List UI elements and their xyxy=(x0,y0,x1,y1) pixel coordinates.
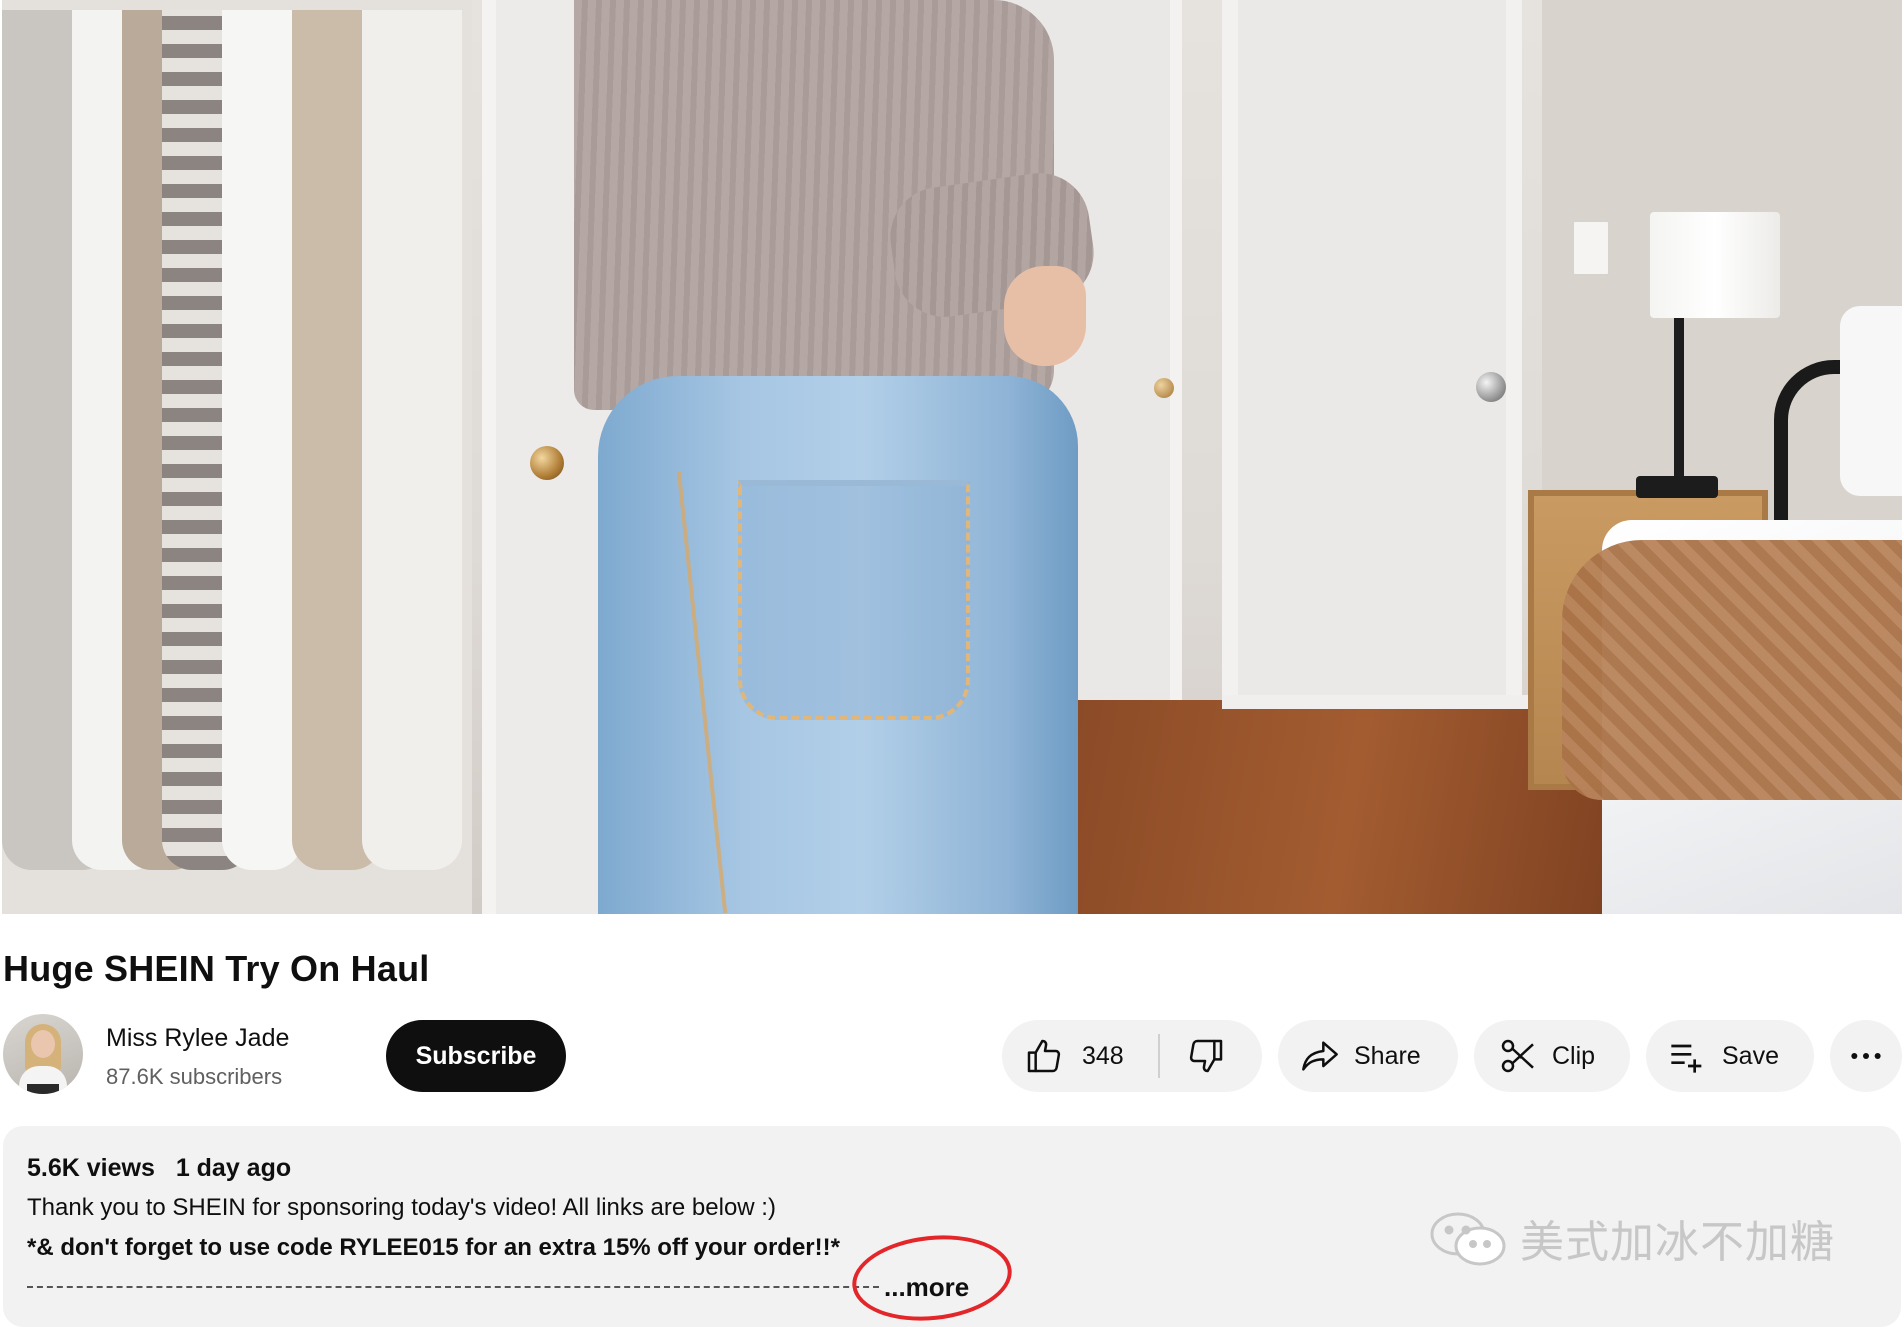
like-count: 348 xyxy=(1082,1041,1124,1070)
video-door-knob xyxy=(1476,372,1506,402)
avatar-pants xyxy=(27,1084,59,1094)
share-arrow-icon xyxy=(1300,1036,1340,1076)
channel-name[interactable]: Miss Rylee Jade xyxy=(106,1024,289,1053)
subscriber-count: 87.6K subscribers xyxy=(106,1064,283,1089)
description-line: Thank you to SHEIN for sponsoring today'… xyxy=(27,1194,776,1221)
more-actions-button[interactable] xyxy=(1830,1020,1902,1092)
subscribe-button[interactable]: Subscribe xyxy=(386,1020,566,1092)
video-metadata: 5.6K views 1 day ago xyxy=(27,1154,291,1183)
video-garment xyxy=(362,10,462,870)
thumbs-up-icon xyxy=(1024,1036,1064,1076)
channel-avatar[interactable] xyxy=(3,1014,83,1094)
watermark: 美式加冰不加糖 xyxy=(1428,1206,1835,1270)
wechat-icon xyxy=(1428,1208,1510,1268)
upload-date: 1 day ago xyxy=(175,1154,292,1182)
description-line: *& don't forget to use code RYLEE015 for… xyxy=(27,1234,840,1261)
description-divider xyxy=(27,1286,879,1288)
video-door-knob xyxy=(530,446,564,480)
save-label: Save xyxy=(1722,1041,1779,1070)
video-lamp-stem xyxy=(1674,318,1684,478)
video-player[interactable] xyxy=(2,0,1902,914)
share-label: Share xyxy=(1354,1041,1421,1070)
avatar-face xyxy=(31,1030,55,1058)
video-title: Huge SHEIN Try On Haul xyxy=(3,948,430,989)
video-door-right xyxy=(1222,0,1522,730)
video-door-knob xyxy=(1154,378,1174,398)
video-pillow xyxy=(1840,306,1902,496)
like-button[interactable]: 348 xyxy=(1002,1020,1158,1092)
video-blanket xyxy=(1562,540,1902,800)
dislike-button[interactable] xyxy=(1160,1020,1226,1092)
watermark-text: 美式加冰不加糖 xyxy=(1520,1218,1835,1267)
playlist-add-icon xyxy=(1668,1036,1708,1076)
video-lamp-base xyxy=(1636,476,1718,498)
video-clothes-rack xyxy=(2,0,472,914)
save-button[interactable]: Save xyxy=(1646,1020,1814,1092)
clip-button[interactable]: Clip xyxy=(1474,1020,1630,1092)
video-garment xyxy=(222,10,302,870)
video-jeans-pocket xyxy=(738,480,970,720)
video-person-hand xyxy=(1004,266,1086,366)
like-dislike-group: 348 xyxy=(1002,1020,1262,1092)
view-count: 5.6K views xyxy=(27,1154,155,1182)
clip-label: Clip xyxy=(1552,1041,1596,1070)
share-button[interactable]: Share xyxy=(1278,1020,1458,1092)
more-horizontal-icon xyxy=(1846,1036,1886,1076)
thumbs-down-icon xyxy=(1186,1036,1226,1076)
video-lamp-shade xyxy=(1650,212,1780,318)
video-baseboard xyxy=(1222,695,1542,709)
video-light-switch xyxy=(1572,220,1610,276)
scissors-icon xyxy=(1498,1036,1538,1076)
